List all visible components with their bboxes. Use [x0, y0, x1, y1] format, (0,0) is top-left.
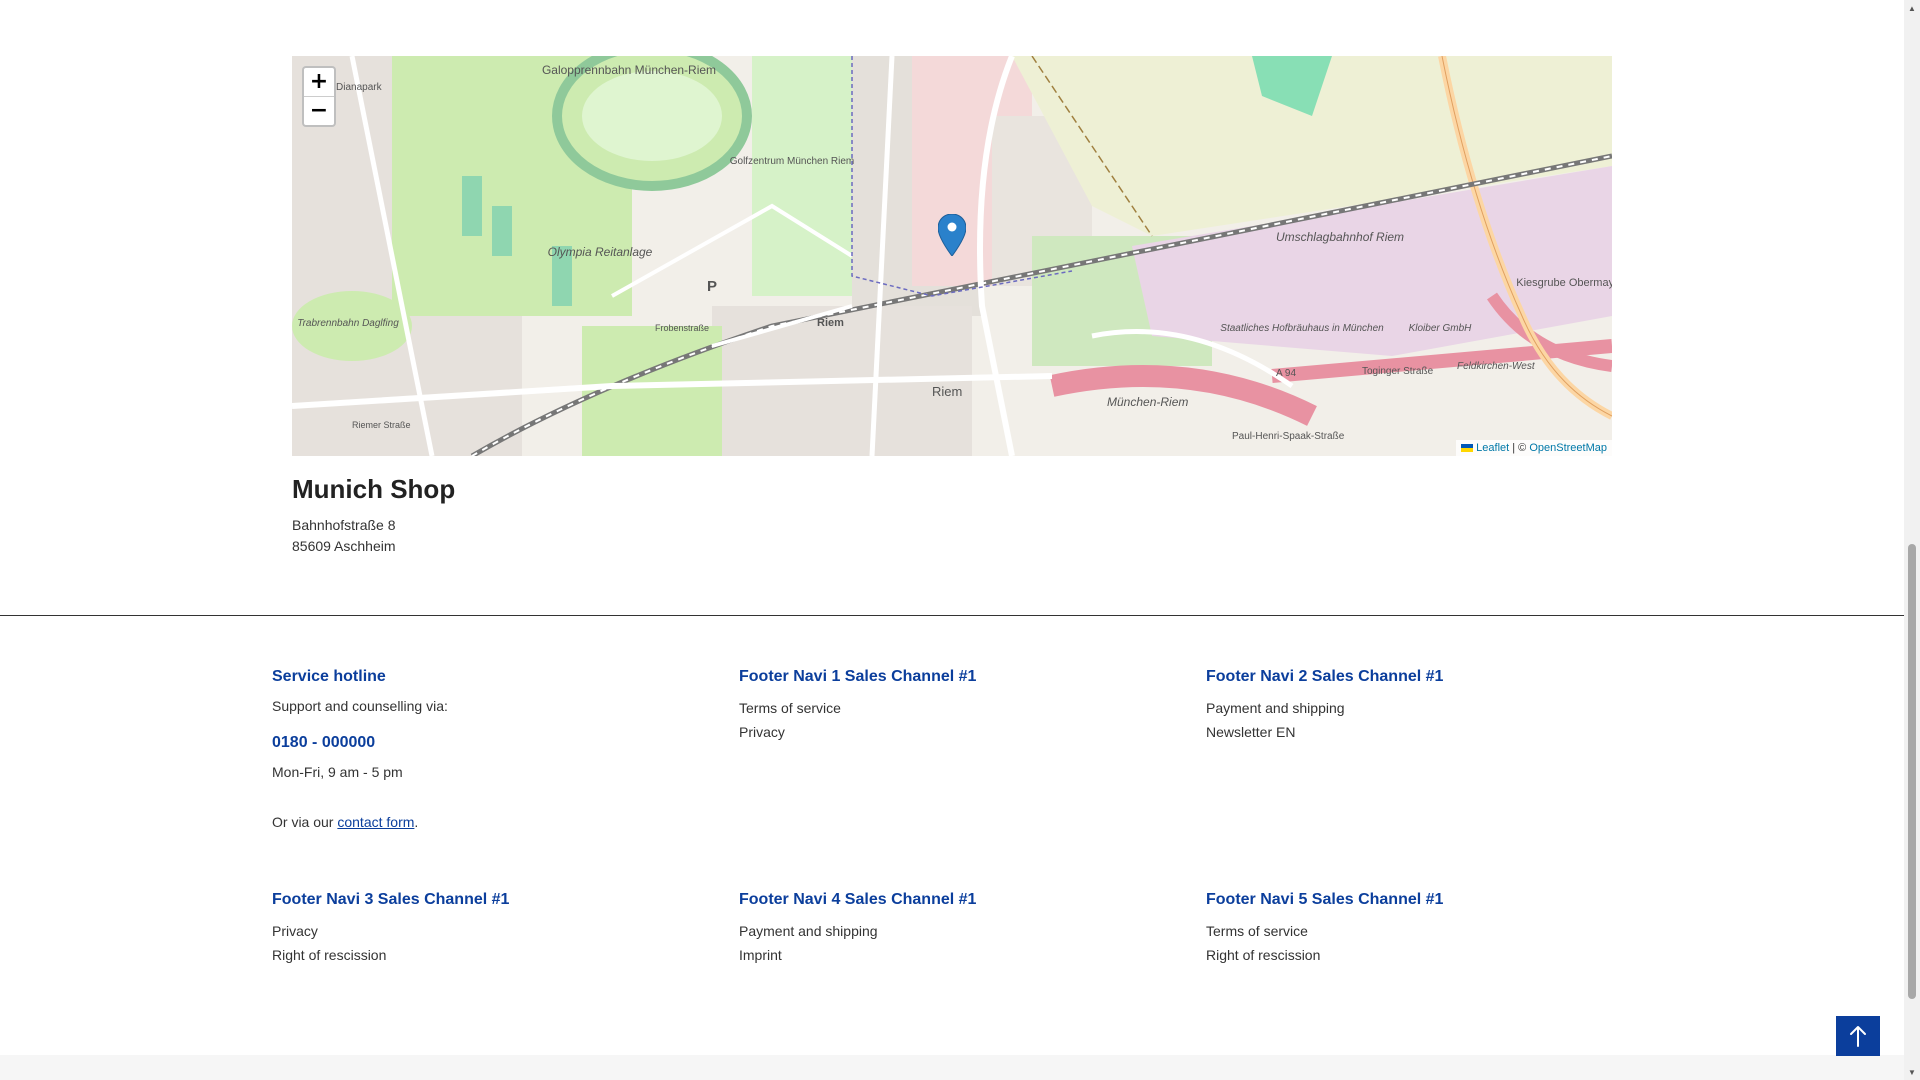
- map-label-feldkirchen-west: Feldkirchen-West: [1457, 361, 1536, 372]
- map-label-frobenstrasse: Frobenstraße: [655, 323, 709, 333]
- footer-navi-2: Footer Navi 2 Sales Channel #1 Payment a…: [1206, 668, 1626, 740]
- ukraine-flag-icon: [1461, 444, 1474, 453]
- map-label-golfzentrum: Golfzentrum München Riem: [730, 156, 855, 167]
- footer-navi-1-heading: Footer Navi 1 Sales Channel #1: [739, 668, 977, 685]
- footer-link-privacy[interactable]: Privacy: [739, 724, 1159, 740]
- map-label-olympia: Olympia Reitanlage: [548, 245, 653, 259]
- footer-bottom-bar: [0, 1055, 1904, 1080]
- footer-navi-1: Footer Navi 1 Sales Channel #1 Terms of …: [739, 668, 1159, 740]
- footer-navi-5-heading: Footer Navi 5 Sales Channel #1: [1206, 891, 1444, 908]
- footer-link-payment-shipping[interactable]: Payment and shipping: [1206, 700, 1626, 716]
- map-label-dianapark: Dianapark: [336, 82, 383, 93]
- map-label-riem: Riem: [932, 384, 962, 399]
- shop-street: Bahnhofstraße 8: [292, 517, 396, 533]
- service-or-via-text: Or via our: [272, 814, 334, 830]
- map-label-toginger: Toginger Straße: [1362, 366, 1434, 377]
- map-label-a94: A 94: [1276, 368, 1296, 379]
- shop-title: Munich Shop: [292, 474, 456, 504]
- map-label-hofbraeuhaus: Staatliches Hofbräuhaus in München: [1220, 323, 1384, 334]
- scroll-up-arrow-icon[interactable]: ▲: [1904, 0, 1920, 16]
- map-label-riem-station: Riem: [817, 317, 844, 329]
- footer-navi-3-heading: Footer Navi 3 Sales Channel #1: [272, 891, 510, 908]
- footer-link-payment-shipping[interactable]: Payment and shipping: [739, 923, 1159, 939]
- footer-link-terms-of-service[interactable]: Terms of service: [739, 700, 1159, 716]
- footer-navi-4-heading: Footer Navi 4 Sales Channel #1: [739, 891, 977, 908]
- footer-link-terms-of-service[interactable]: Terms of service: [1206, 923, 1626, 939]
- zoom-out-button[interactable]: −: [304, 96, 334, 125]
- shop-city: 85609 Aschheim: [292, 538, 396, 554]
- service-contact-line: Or via our contact form.: [272, 814, 692, 830]
- map-tiles[interactable]: Galopprennbahn München-Riem Golfzentrum …: [292, 56, 1612, 456]
- scrollbar-thumb[interactable]: [1908, 544, 1916, 999]
- service-period: .: [414, 814, 419, 830]
- service-support-text: Support and counselling via:: [272, 698, 448, 714]
- service-hours: Mon-Fri, 9 am - 5 pm: [272, 764, 403, 780]
- footer-navi-5: Footer Navi 5 Sales Channel #1 Terms of …: [1206, 891, 1626, 963]
- footer-navi-4: Footer Navi 4 Sales Channel #1 Payment a…: [739, 891, 1159, 963]
- zoom-control: + −: [302, 66, 336, 127]
- leaflet-link[interactable]: Leaflet: [1476, 442, 1509, 454]
- map-attribution: Leaflet | © OpenStreetMap: [1456, 440, 1612, 456]
- map-label-kiesgrube: Kiesgrube Obermayr: [1516, 277, 1612, 289]
- service-hotline-heading: Service hotline: [272, 668, 386, 685]
- footer-link-newsletter[interactable]: Newsletter EN: [1206, 724, 1626, 740]
- footer-divider: [0, 615, 1904, 616]
- map-label-umschlagbahnhof: Umschlagbahnhof Riem: [1276, 230, 1404, 244]
- footer-link-right-of-rescission[interactable]: Right of rescission: [272, 947, 692, 963]
- map-label-kloiber: Kloiber GmbH: [1409, 323, 1473, 334]
- contact-form-link[interactable]: contact form: [337, 814, 414, 830]
- zoom-in-button[interactable]: +: [304, 68, 334, 96]
- map-label-parking: P: [707, 278, 717, 295]
- footer-link-right-of-rescission[interactable]: Right of rescission: [1206, 947, 1626, 963]
- map-label-galopprennbahn: Galopprennbahn München-Riem: [542, 63, 716, 77]
- map-label-riemer-strasse: Riemer Straße: [352, 420, 411, 430]
- service-phone-link[interactable]: 0180 - 000000: [272, 734, 692, 752]
- map-label-muenchen-riem: München-Riem: [1107, 395, 1188, 409]
- map-marker-icon[interactable]: [938, 214, 966, 256]
- footer-service-column: Service hotline Support and counselling …: [272, 668, 692, 830]
- vertical-scrollbar[interactable]: ▲ ▼: [1904, 0, 1920, 1080]
- scroll-to-top-button[interactable]: [1836, 1016, 1880, 1056]
- footer-link-imprint[interactable]: Imprint: [739, 947, 1159, 963]
- scroll-down-arrow-icon[interactable]: ▼: [1904, 1064, 1920, 1080]
- store-map[interactable]: Galopprennbahn München-Riem Golfzentrum …: [292, 56, 1612, 456]
- attribution-separator: | ©: [1512, 442, 1527, 454]
- footer-link-privacy[interactable]: Privacy: [272, 923, 692, 939]
- footer-navi-2-heading: Footer Navi 2 Sales Channel #1: [1206, 668, 1444, 685]
- page: Galopprennbahn München-Riem Golfzentrum …: [0, 0, 1904, 1080]
- arrow-up-icon: [1850, 1026, 1866, 1047]
- map-label-paul-henri: Paul-Henri-Spaak-Straße: [1232, 431, 1345, 442]
- footer-navi-3: Footer Navi 3 Sales Channel #1 Privacy R…: [272, 891, 692, 963]
- map-label-trabrennbahn: Trabrennbahn Daglfing: [297, 318, 399, 329]
- openstreetmap-link[interactable]: OpenStreetMap: [1529, 442, 1607, 454]
